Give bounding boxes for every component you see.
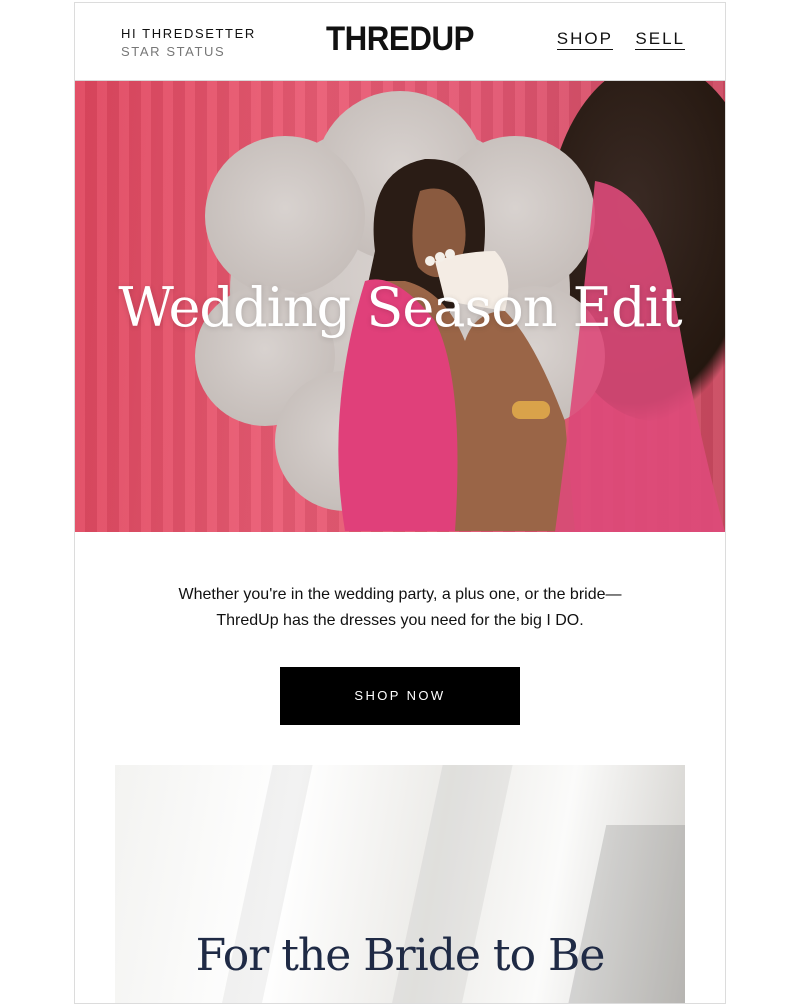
intro-line-2: ThredUp has the dresses you need for the… [216,612,584,629]
hero-title: Wedding Season Edit [118,276,682,339]
intro-line-1: Whether you're in the wedding party, a p… [178,586,622,603]
bride-banner[interactable]: For the Bride to Be [115,765,685,1003]
intro-copy: Whether you're in the wedding party, a p… [75,582,725,634]
header-nav: SHOP SELL [539,29,685,50]
bride-title: For the Bride to Be [195,930,606,981]
nav-shop-link[interactable]: SHOP [556,29,613,50]
shop-now-button[interactable]: SHOP NOW [280,667,520,725]
nav-sell-link[interactable]: SELL [635,29,685,50]
email-container: HI THREDSETTER STAR STATUS THREDUP SHOP … [74,2,726,1004]
hero-banner[interactable]: Wedding Season Edit [75,81,725,532]
email-header: HI THREDSETTER STAR STATUS THREDUP SHOP … [75,3,725,81]
